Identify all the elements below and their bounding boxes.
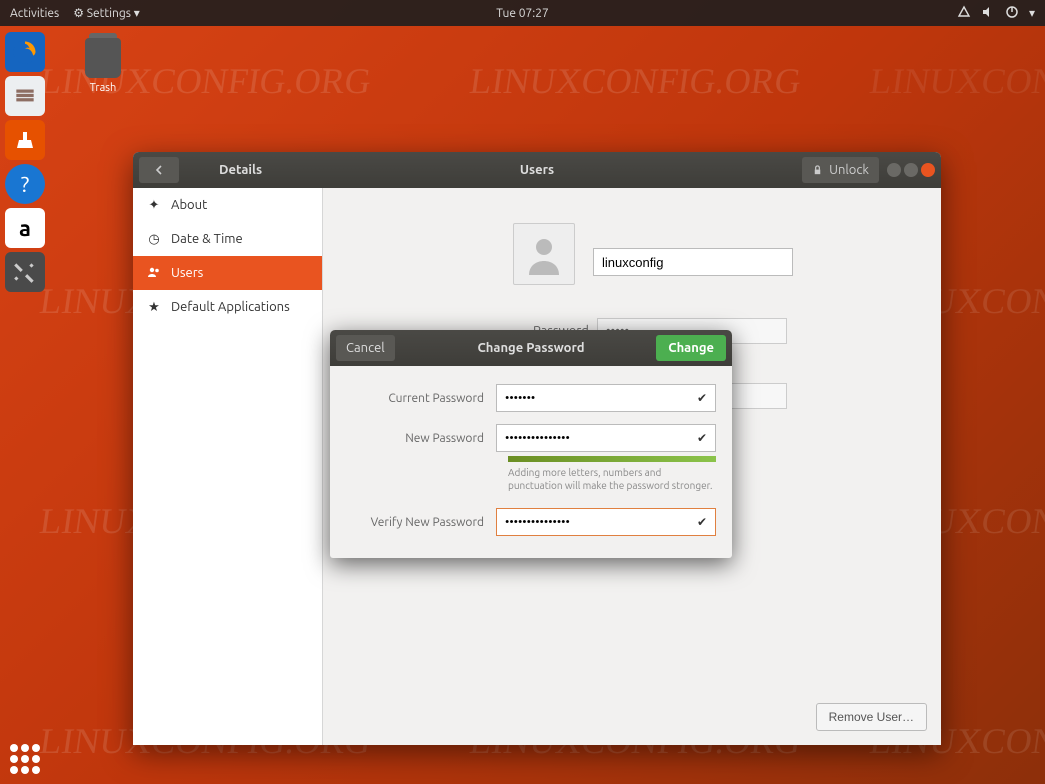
sidebar-item-label: Date & Time	[171, 232, 243, 246]
avatar[interactable]	[513, 223, 575, 285]
new-password-input[interactable]: ••••••••••••••• ✔	[496, 424, 716, 452]
users-icon	[147, 265, 161, 282]
change-password-dialog: Cancel Change Password Change Current Pa…	[330, 330, 732, 558]
show-apps-button[interactable]	[10, 744, 40, 774]
titlebar: Details Users Unlock	[133, 152, 941, 188]
clock-icon: ◷	[147, 232, 161, 247]
dock-app-help[interactable]: ?	[5, 164, 45, 204]
volume-icon[interactable]	[981, 5, 995, 22]
password-hint: Adding more letters, numbers and punctua…	[508, 466, 716, 492]
sidebar-item-default-apps[interactable]: ★ Default Applications	[133, 290, 322, 324]
sidebar: ✦ About ◷ Date & Time Users ★ Default Ap…	[133, 188, 323, 745]
current-password-label: Current Password	[346, 392, 496, 405]
check-icon: ✔	[697, 391, 707, 405]
clock[interactable]: Tue 07:27	[496, 7, 549, 20]
lock-icon	[812, 165, 823, 176]
current-password-input[interactable]: ••••••• ✔	[496, 384, 716, 412]
password-dots: •••••••••••••••	[505, 516, 570, 529]
watermark: LINUXCONFIG.ORG	[867, 60, 1045, 102]
app-menu-label: Settings	[87, 7, 131, 20]
sidebar-item-label: Default Applications	[171, 300, 290, 314]
sidebar-item-users[interactable]: Users	[133, 256, 322, 290]
close-button[interactable]	[921, 163, 935, 177]
chevron-down-icon[interactable]: ▾	[1029, 6, 1035, 20]
minimize-button[interactable]	[887, 163, 901, 177]
password-dots: •••••••	[505, 392, 535, 405]
activities-button[interactable]: Activities	[10, 7, 59, 20]
power-icon[interactable]	[1005, 5, 1019, 22]
network-icon[interactable]	[957, 5, 971, 22]
unlock-button[interactable]: Unlock	[802, 157, 879, 183]
dialog-title: Change Password	[477, 341, 584, 355]
change-button[interactable]: Change	[656, 335, 726, 361]
password-dots: •••••••••••••••	[505, 432, 570, 445]
password-strength-meter	[508, 456, 716, 462]
gear-icon: ⚙	[73, 7, 84, 20]
desktop-trash[interactable]: Trash	[85, 38, 121, 94]
dialog-header: Cancel Change Password Change	[330, 330, 732, 366]
trash-icon	[85, 38, 121, 78]
star-icon: ✦	[147, 198, 161, 213]
unlock-label: Unlock	[829, 163, 869, 177]
sidebar-item-label: Users	[171, 266, 203, 280]
sidebar-item-label: About	[171, 198, 207, 212]
maximize-button[interactable]	[904, 163, 918, 177]
dock-app-files[interactable]	[5, 76, 45, 116]
cancel-button[interactable]: Cancel	[336, 335, 395, 361]
verify-password-label: Verify New Password	[346, 516, 496, 529]
dock-app-settings[interactable]	[5, 252, 45, 292]
chevron-down-icon: ▾	[134, 7, 140, 20]
dock-app-amazon[interactable]: a	[5, 208, 45, 248]
check-icon: ✔	[697, 431, 707, 445]
topbar: Activities ⚙ Settings ▾ Tue 07:27 ▾	[0, 0, 1045, 26]
dock-app-firefox[interactable]	[5, 32, 45, 72]
strength-fill	[508, 456, 716, 462]
header-title: Users	[520, 163, 554, 177]
window-controls	[887, 163, 935, 177]
dock-app-software[interactable]	[5, 120, 45, 160]
app-menu[interactable]: ⚙ Settings ▾	[73, 6, 140, 20]
username-input[interactable]	[593, 248, 793, 276]
header-subtitle: Details	[219, 163, 262, 177]
check-icon: ✔	[697, 515, 707, 529]
star-icon: ★	[147, 300, 161, 315]
watermark: LINUXCONFIG.ORG	[467, 60, 804, 102]
sidebar-item-about[interactable]: ✦ About	[133, 188, 322, 222]
person-icon	[521, 231, 567, 277]
back-button[interactable]	[139, 157, 179, 183]
verify-password-input[interactable]: ••••••••••••••• ✔	[496, 508, 716, 536]
remove-user-button[interactable]: Remove User…	[816, 703, 927, 731]
sidebar-item-datetime[interactable]: ◷ Date & Time	[133, 222, 322, 256]
dock: ? a	[0, 26, 50, 292]
trash-label: Trash	[85, 82, 121, 94]
new-password-label: New Password	[346, 432, 496, 445]
